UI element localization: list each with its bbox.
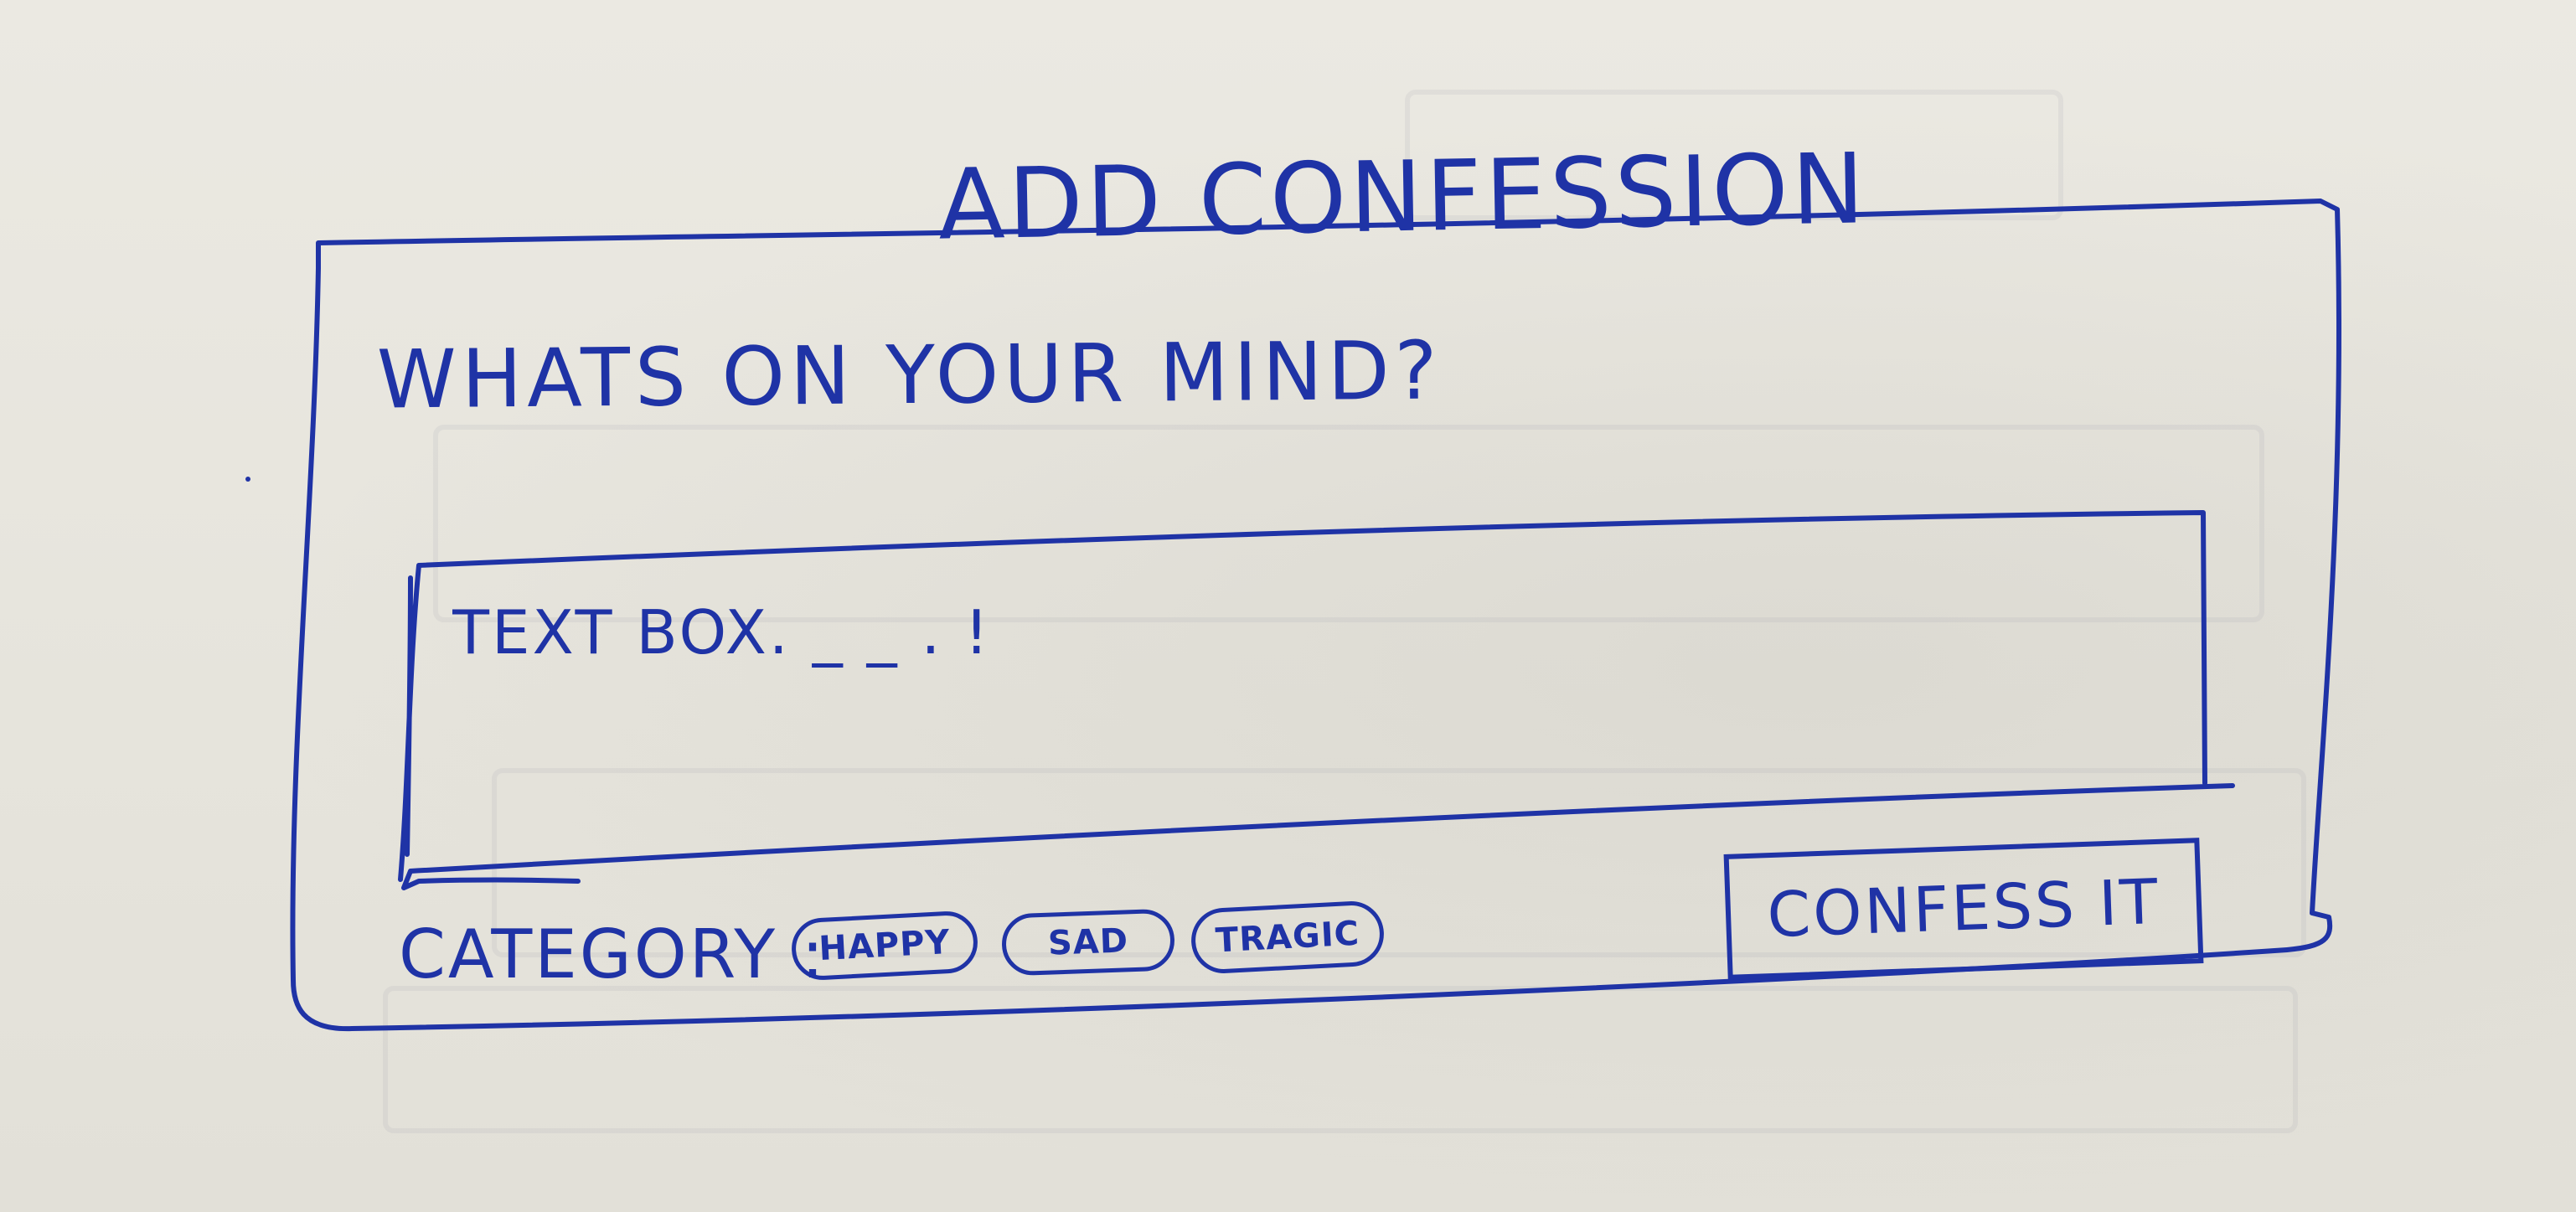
- dialog-title: ADD CONFESSION: [937, 132, 1869, 262]
- category-chip-tragic[interactable]: TRAGIC: [1190, 900, 1386, 975]
- sketch-page: ADD CONFESSION WHATS ON YOUR MIND? CATEG…: [0, 0, 2576, 1212]
- category-label: CATEGORY :: [399, 915, 827, 993]
- category-chip-happy[interactable]: HAPPY: [790, 910, 979, 982]
- confess-button[interactable]: CONFESS IT: [1723, 838, 2204, 980]
- textbox-outline: [398, 510, 2235, 890]
- prompt-label: WHATS ON YOUR MIND?: [376, 323, 1443, 427]
- confession-textbox[interactable]: [452, 595, 1709, 670]
- category-chip-sad[interactable]: SAD: [1000, 908, 1176, 977]
